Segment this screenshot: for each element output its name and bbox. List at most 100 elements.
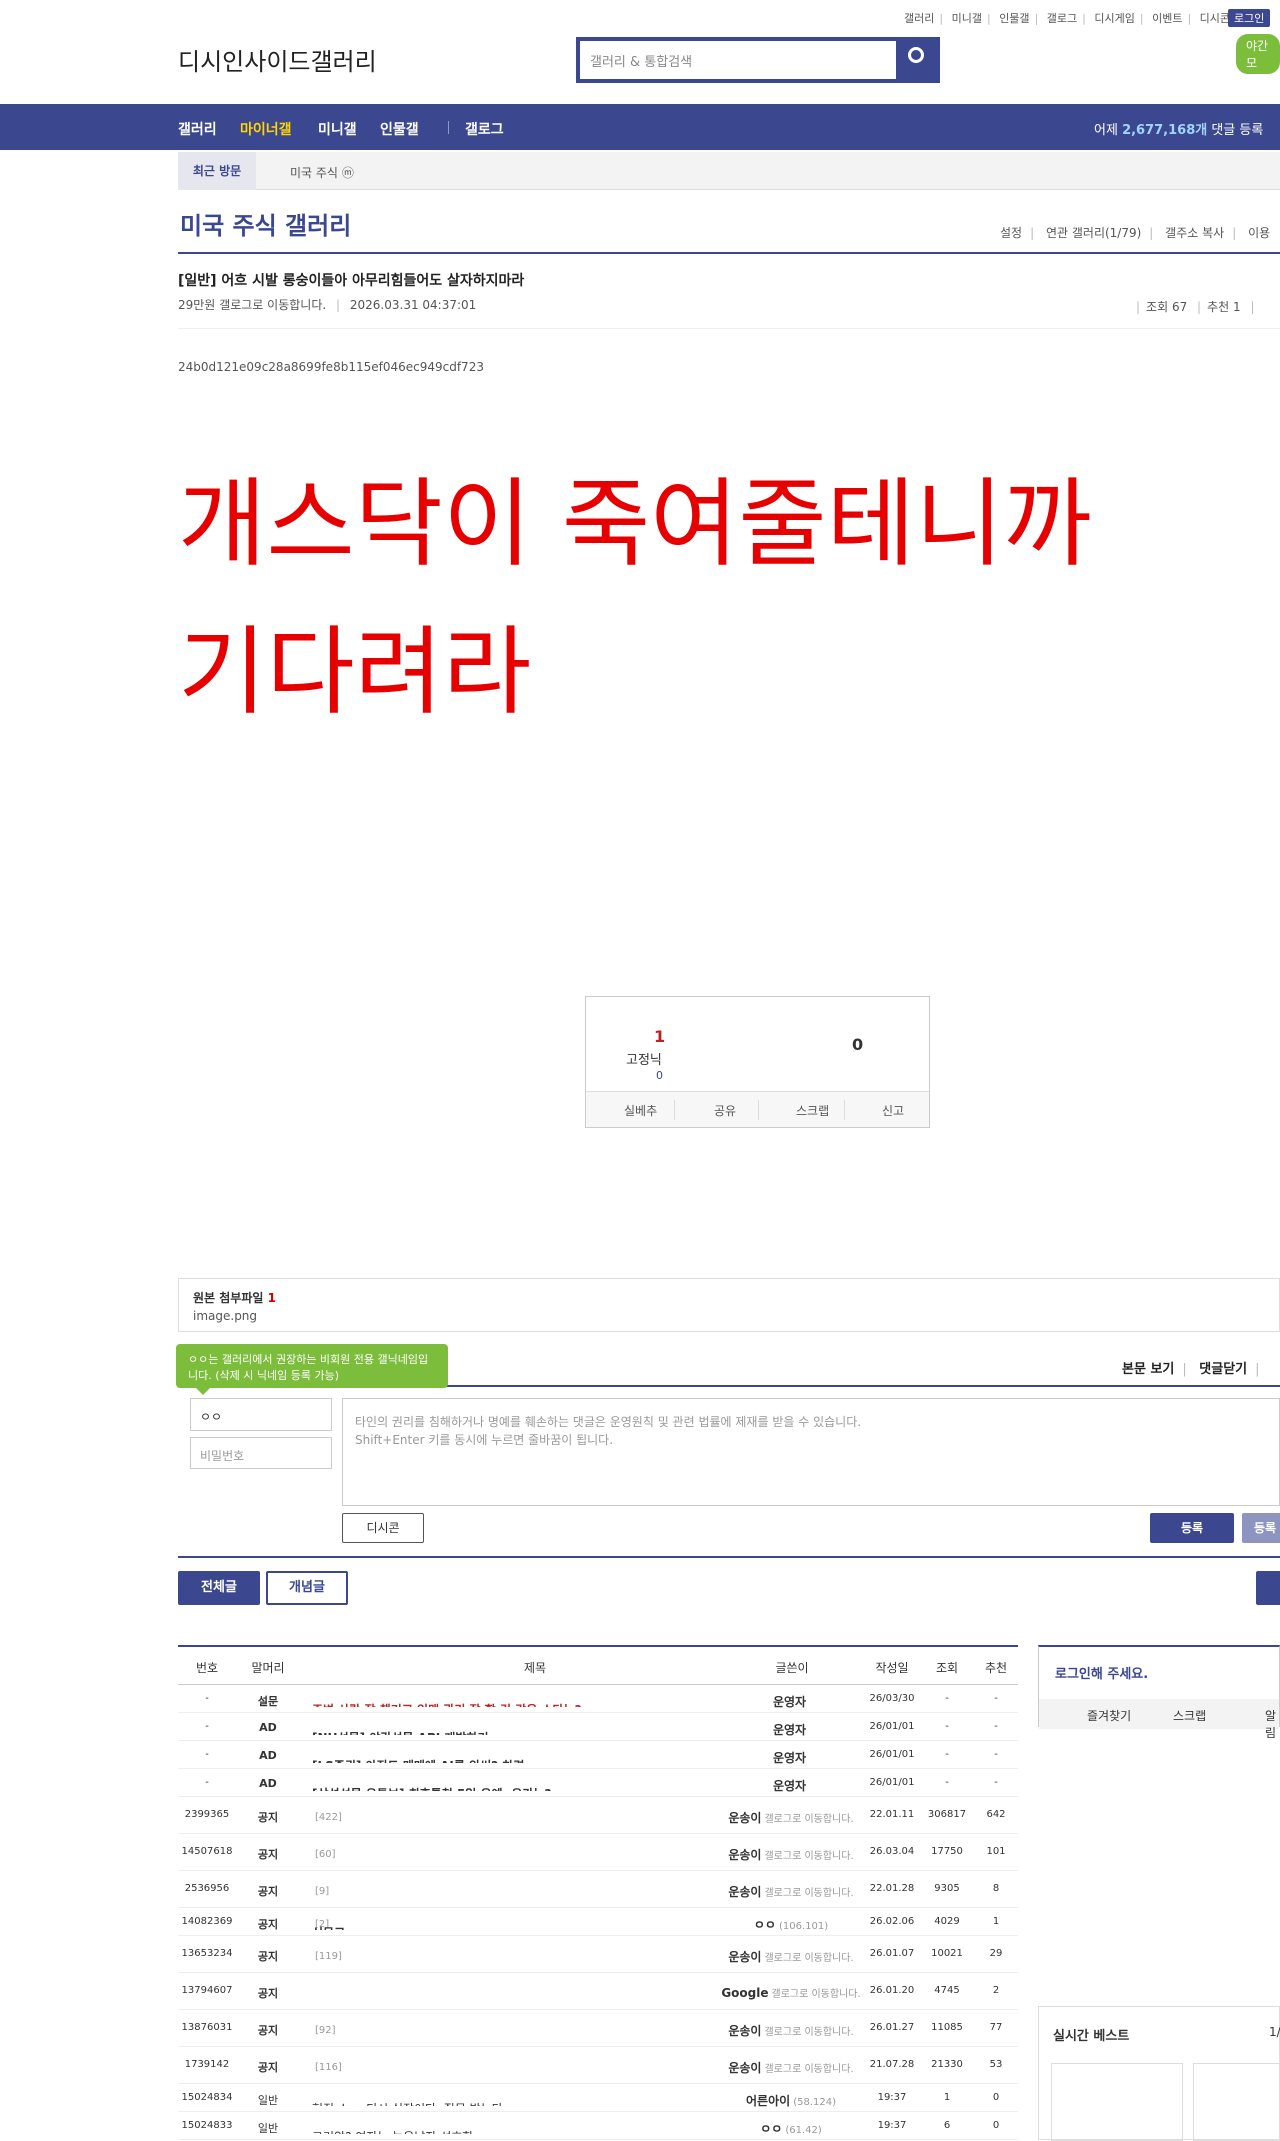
nav-minor-gallery[interactable]: 마이너갤 bbox=[240, 119, 292, 139]
scrap-button[interactable]: 스크랩 bbox=[796, 1102, 829, 1119]
copy-address-link[interactable]: 갤주소 복사 bbox=[1165, 226, 1224, 240]
nickname-input[interactable]: ㅇㅇ bbox=[190, 1398, 332, 1431]
table-row[interactable]: 13876031 공지 정치글 관련해서 좀 빡빡하게 잡을게요[92]운송이갤로그… bbox=[178, 2010, 1018, 2047]
all-posts-tab[interactable]: 전체글 bbox=[178, 1571, 260, 1605]
attachment-file[interactable]: image.png bbox=[193, 1309, 257, 1323]
row-writer[interactable]: 어른아이 (58.124) bbox=[710, 2092, 872, 2109]
nav-mini-gallery[interactable]: 미니갤 bbox=[318, 119, 357, 139]
row-head: 공지 bbox=[257, 2024, 279, 2037]
row-title[interactable]: 정치글 관련해서 좀 빡빡하게 잡을게요[92] bbox=[312, 2022, 758, 2036]
close-comments-link[interactable]: 댓글닫기 bbox=[1199, 1362, 1247, 1377]
top-link-person[interactable]: 인물갤 bbox=[999, 12, 1029, 25]
top-link-game[interactable]: 디시게임 bbox=[1094, 12, 1134, 25]
post-image: 24b0d121e09c28a8699fe8b115ef046ec949cdf7… bbox=[178, 360, 484, 374]
table-row[interactable]: - AD [삼성선물 유튜브] 최후통첩 5일 유예, 유가는? 운영자 26/01/0… bbox=[178, 1769, 1018, 1797]
concept-posts-tab[interactable]: 개념글 bbox=[266, 1571, 348, 1605]
row-writer[interactable]: 운송이 갤로그로 이동합니다. bbox=[710, 1948, 872, 1965]
row-title[interactable]: 📣 26년 04월 03일 (금) 은 휴장입니다.[9] bbox=[312, 1883, 758, 1897]
login-button[interactable]: 로그인 bbox=[1228, 9, 1271, 27]
row-writer-ip: 갤로그로 이동합니다. bbox=[764, 2064, 854, 2075]
related-gallery-link[interactable]: 연관 갤러리(1/79) bbox=[1046, 226, 1141, 240]
row-writer[interactable]: 운송이 갤로그로 이동합니다. bbox=[710, 2022, 872, 2039]
table-row[interactable]: 14507618 공지 3월 9일 (월) 부터 서머타임으로 인해 미장 1시간 … bbox=[178, 1834, 1018, 1871]
row-recommend: 53 bbox=[989, 2059, 1003, 2070]
row-writer[interactable]: 운영자 bbox=[710, 1693, 872, 1710]
top-link-gallog[interactable]: 갤로그 bbox=[1047, 12, 1077, 25]
table-row[interactable]: - AD [NH선물] 야간선물 API 개발하기 운영자 26/01/01 - - bbox=[178, 1713, 1018, 1741]
table-row[interactable]: 15024834 일반 현직 스wa디시 실장이다. 질문 받는다. 어른아이(58.… bbox=[178, 2084, 1018, 2112]
row-title[interactable]: [NH선물] 야간선물 API 개발하기 bbox=[312, 1721, 758, 1735]
submit-comment-button[interactable]: 등록 bbox=[1150, 1513, 1234, 1543]
upvote-count[interactable]: 1 bbox=[654, 1027, 665, 1046]
settings-link[interactable]: 설정 bbox=[1000, 226, 1022, 240]
row-writer[interactable]: Google 갤로그로 이동합니다. bbox=[710, 1985, 872, 2000]
recent-gallery-link[interactable]: 미국 주식 ⓜ bbox=[290, 164, 354, 181]
gallog-link[interactable]: 갤로그로 이동합니다. bbox=[219, 298, 326, 312]
best-recommend-button[interactable]: 실베추 bbox=[624, 1102, 657, 1119]
password-input[interactable]: 비밀번호 bbox=[190, 1437, 332, 1469]
row-title[interactable]: 2026년 미국 주식시장 휴장일정 bbox=[312, 1985, 758, 1999]
row-writer[interactable]: 운송이 갤로그로 이동합니다. bbox=[710, 1846, 872, 1863]
row-writer[interactable]: 운영자 bbox=[710, 1721, 872, 1738]
submit-recommend-button[interactable]: 등록 bbox=[1242, 1513, 1280, 1543]
table-row[interactable]: 13794607 공지 2026년 미국 주식시장 휴장일정 Google갤로그로 이… bbox=[178, 1973, 1018, 2010]
comment-textarea[interactable]: 타인의 권리를 침해하거나 명예를 훼손하는 댓글은 운영원칙 및 관련 법률에… bbox=[342, 1398, 1280, 1506]
row-title[interactable]: 📣 휴장04/03 ,FOMC 04/29 ,CPI 04/10[422] bbox=[312, 1809, 758, 1823]
gallery-title[interactable]: 미국 주식 갤러리 bbox=[180, 206, 351, 241]
row-writer[interactable]: 운송이 갤로그로 이동합니다. bbox=[710, 1809, 872, 1826]
row-writer[interactable]: ㅇㅇ (106.101) bbox=[710, 1916, 872, 1933]
search-input[interactable]: 갤러리 & 통합검색 bbox=[590, 51, 692, 70]
row-recommend: 8 bbox=[992, 1883, 1000, 1894]
scrap-list-button[interactable]: 스크랩 bbox=[1173, 1707, 1206, 1724]
downvote-count[interactable]: 0 bbox=[852, 1035, 863, 1054]
table-row[interactable]: 13653234 공지 &#9999 정치글 제보받습니다[119]운송이갤로그로 … bbox=[178, 1936, 1018, 1973]
dccon-button[interactable]: 디시콘 bbox=[342, 1513, 424, 1543]
view-body-link[interactable]: 본문 보기 bbox=[1122, 1362, 1174, 1377]
row-title[interactable]: &#9999 정치글 제보받습니다[119] bbox=[312, 1948, 758, 1962]
row-writer[interactable]: 운송이 갤로그로 이동합니다. bbox=[710, 1883, 872, 1900]
nav-person-gallery[interactable]: 인물갤 bbox=[380, 119, 419, 139]
report-button[interactable]: 신고 bbox=[882, 1102, 904, 1119]
table-row[interactable]: - AD [LS증권] 아직도 매매에 AI를 안써? 차렷 운영자 26/01/01 -… bbox=[178, 1741, 1018, 1769]
login-prompt[interactable]: 로그인해 주세요. bbox=[1055, 1663, 1148, 1682]
post-writer[interactable]: 29만원 bbox=[178, 298, 215, 312]
row-views: - bbox=[945, 1777, 949, 1788]
alarm-button[interactable]: 알림 bbox=[1265, 1707, 1279, 1741]
row-title[interactable]: [삼성선물 유튜브] 최후통첩 5일 유예, 유가는? bbox=[312, 1777, 758, 1791]
top-link-mini[interactable]: 미니갤 bbox=[952, 12, 982, 25]
best-thumbnail[interactable] bbox=[1193, 2063, 1280, 2141]
row-writer[interactable]: 운영자 bbox=[710, 1777, 872, 1794]
table-row[interactable]: 2399365 공지 📣 휴장04/03 ,FOMC 04/29 ,CPI 04/1… bbox=[178, 1797, 1018, 1834]
night-mode-button[interactable]: 야간 모 bbox=[1236, 34, 1280, 74]
row-title[interactable]: 주변 사람 잘 챙기고 인맥 관리 잘 할 것 같은 스타는? bbox=[312, 1693, 758, 1707]
row-writer[interactable]: 운영자 bbox=[710, 1749, 872, 1766]
favorites-button[interactable]: 즐겨찾기 bbox=[1087, 1707, 1131, 1724]
table-row[interactable]: 1739142 공지 미국주식 갤러리 운영 규칙 (22.02.26 개정)[11… bbox=[178, 2047, 1018, 2084]
table-row[interactable]: 2536956 공지 📣 26년 04월 03일 (금) 은 휴장입니다.[9]운송… bbox=[178, 1871, 1018, 1908]
row-writer[interactable]: ㅇㅇ (61.42) bbox=[710, 2120, 872, 2137]
nav-gallery[interactable]: 갤러리 bbox=[178, 119, 217, 139]
write-button[interactable] bbox=[1256, 1571, 1280, 1605]
usage-link[interactable]: 이용 bbox=[1248, 226, 1270, 240]
table-row[interactable]: 15024833 일반 그거암? 여자는 늙은남자 선호함 ㅇㅇ(61.42) 19:3… bbox=[178, 2112, 1018, 2140]
nav-gallog[interactable]: 갤로그 bbox=[465, 119, 504, 139]
row-title[interactable]: 그거암? 여자는 늙은남자 선호함 bbox=[312, 2120, 758, 2134]
top-link-gallery[interactable]: 갤러리 bbox=[904, 12, 934, 25]
row-title[interactable]: [LS증권] 아직도 매매에 AI를 안써? 차렷 bbox=[312, 1749, 758, 1763]
table-row[interactable]: - 설문 주변 사람 잘 챙기고 인맥 관리 잘 할 것 같은 스타는? 운영자 26/… bbox=[178, 1685, 1018, 1713]
table-row[interactable]: 14082369공지신문고[2]ㅇㅇ(106.101)26.02.0640291 bbox=[178, 1908, 1018, 1936]
top-link-dccon[interactable]: 디시콘 bbox=[1200, 12, 1230, 25]
vote-box: 1 고정닉 0 0 실베추 공유 스크랩 신고 bbox=[585, 996, 930, 1128]
row-writer[interactable]: 운송이 갤로그로 이동합니다. bbox=[710, 2059, 872, 2076]
share-button[interactable]: 공유 bbox=[714, 1102, 736, 1119]
post-list: 번호 말머리 제목 글쓴이 작성일 조회 추천 - 설문 주변 사람 잘 챙기고 인… bbox=[178, 1645, 1018, 2140]
search-button[interactable] bbox=[896, 37, 940, 83]
row-title[interactable]: 미국주식 갤러리 운영 규칙 (22.02.26 개정)[116] bbox=[312, 2059, 758, 2073]
top-link-event[interactable]: 이벤트 bbox=[1152, 12, 1182, 25]
row-title[interactable]: 3월 9일 (월) 부터 서머타임으로 인해 미장 1시간 일찍…[60] bbox=[312, 1846, 758, 1860]
site-logo[interactable]: 디시인사이드갤러리 bbox=[178, 42, 377, 77]
row-no: 13794607 bbox=[181, 1985, 233, 1996]
row-title[interactable]: 신문고[2] bbox=[312, 1916, 758, 1930]
best-thumbnail[interactable] bbox=[1051, 2063, 1183, 2141]
row-title[interactable]: 현직 스wa디시 실장이다. 질문 받는다. bbox=[312, 2092, 758, 2106]
